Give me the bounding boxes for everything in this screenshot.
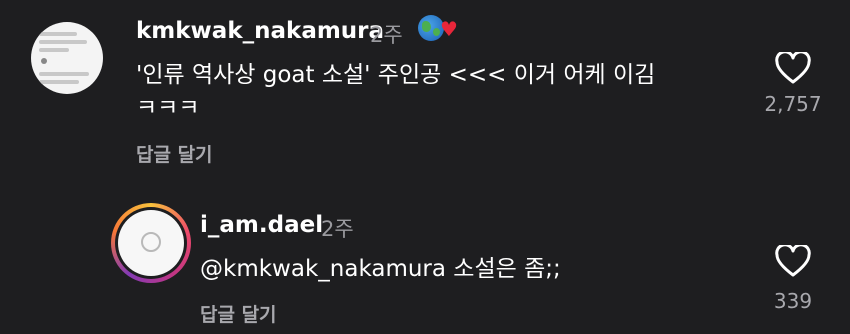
reply-like-count: 339 [773,289,813,313]
avatar-logo-icon [141,232,161,252]
avatar-thumb-line [39,48,69,52]
globe-land [422,21,431,32]
reply-avatar[interactable] [118,210,184,276]
reply-username[interactable]: i_am.dael [200,212,323,238]
globe-land [433,28,440,36]
red-heart-emoji-icon: ♥ [440,17,458,41]
reply-reply-button[interactable]: 답글 달기 [200,300,277,327]
reply-avatar-story-ring[interactable] [111,203,191,283]
reply-button[interactable]: 답글 달기 [136,140,213,167]
reply-like-heart-icon[interactable] [775,245,811,277]
commenter-avatar[interactable] [31,22,103,94]
comment-time: 2주 [370,23,403,47]
reply-time: 2주 [321,217,354,241]
avatar-thumb-line [39,32,77,36]
comment-text-line1: '인류 역사상 goat 소설' 주인공 <<< 이거 어케 이김 [136,62,656,88]
reply-text: @kmkwak_nakamura 소설은 좀;; [200,256,561,282]
comment-username[interactable]: kmkwak_nakamura [136,18,384,44]
avatar-thumb-line [39,40,87,44]
avatar-thumb-line [39,72,89,76]
ring-gap [115,207,187,279]
avatar-thumb-dot [41,58,47,64]
like-count: 2,757 [764,92,822,116]
comment-text-line2: ㅋㅋㅋ [136,95,200,121]
like-heart-icon[interactable] [775,52,811,84]
avatar-thumb-line [39,80,79,84]
